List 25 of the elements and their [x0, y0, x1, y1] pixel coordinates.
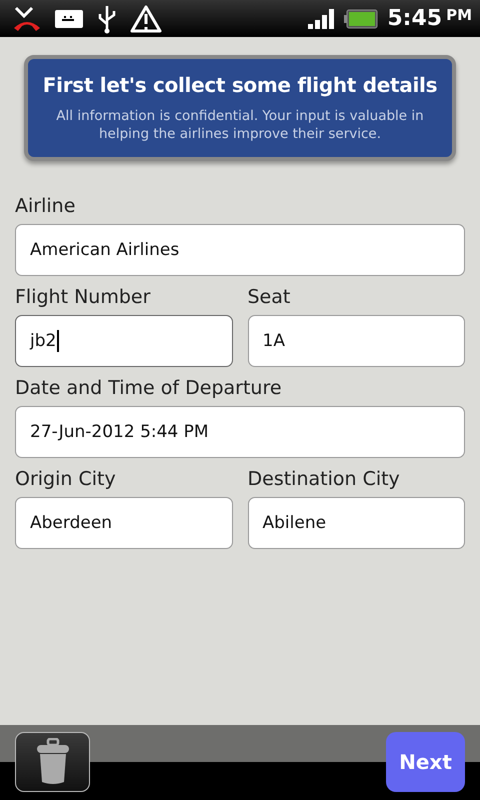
- next-button[interactable]: Next: [386, 732, 465, 792]
- usb-icon: [96, 4, 118, 34]
- input-field[interactable]: 1A: [248, 315, 465, 367]
- input-field[interactable]: American Airlines: [15, 224, 465, 276]
- delete-button[interactable]: [15, 732, 90, 792]
- input-field[interactable]: jb2: [15, 315, 232, 367]
- header-subtitle: All information is confidential. Your input is valuable in helping the airlines improve their service.: [55, 107, 425, 143]
- battery-icon: [343, 8, 380, 30]
- clock-time: 5:45: [387, 6, 442, 31]
- input-field[interactable]: Aberdeen: [15, 497, 232, 549]
- field-label: Flight Number: [15, 286, 152, 308]
- field-label: Date and Time of Departure: [15, 377, 283, 399]
- signal-icon: [307, 8, 336, 30]
- input-field[interactable]: Abilene: [248, 497, 465, 549]
- missed-call-icon: [12, 6, 42, 32]
- header-title: First let's collect some flight details: [42, 73, 438, 97]
- warning-icon: [130, 4, 162, 34]
- field-label: Destination City: [248, 468, 401, 490]
- field-label: Airline: [15, 195, 76, 217]
- field-label: Seat: [248, 286, 292, 308]
- field-label: Origin City: [15, 468, 117, 490]
- message-icon: [54, 8, 84, 30]
- clock-period: PM: [446, 6, 472, 24]
- input-field[interactable]: 27-Jun-2012 5:44 PM: [15, 406, 465, 458]
- trash-icon: [34, 738, 70, 786]
